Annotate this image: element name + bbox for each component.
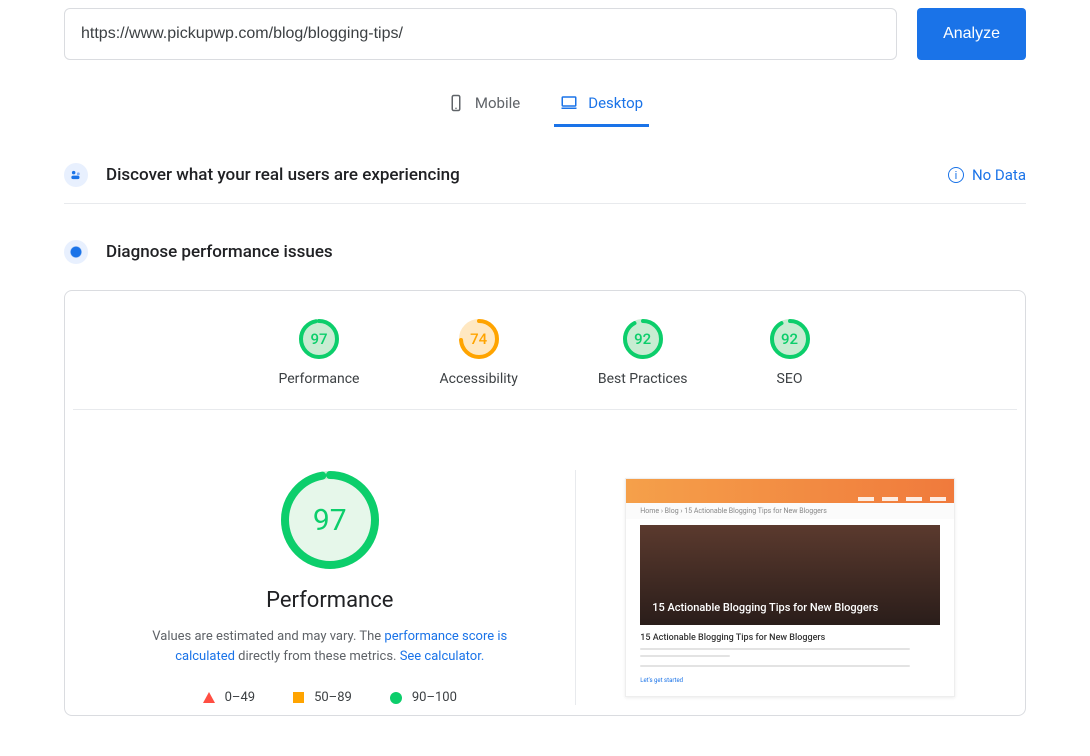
gauge-score: 92 — [768, 317, 812, 361]
performance-description: Values are estimated and may vary. The p… — [130, 627, 530, 666]
info-icon: i — [948, 167, 964, 183]
gauge-score: 74 — [457, 317, 501, 361]
gauge-label: Best Practices — [598, 371, 688, 387]
gauge-label: SEO — [777, 371, 803, 387]
section-title: Diagnose performance issues — [106, 242, 333, 262]
tab-label: Mobile — [475, 94, 520, 112]
gauge-ring: 74 — [457, 317, 501, 361]
triangle-icon — [203, 692, 215, 703]
gauge-ring: 92 — [621, 317, 665, 361]
performance-big-gauge: 97 — [280, 470, 380, 570]
gauge-seo[interactable]: 92 SEO — [768, 317, 812, 387]
screenshot-breadcrumb: Home › Blog › 15 Actionable Blogging Tip… — [626, 503, 954, 519]
tab-desktop[interactable]: Desktop — [554, 84, 649, 127]
gauge-label: Performance — [279, 371, 360, 387]
gauge-score: 97 — [297, 317, 341, 361]
diagnose-card: 97 Performance 74 Accessibility 92 Best … — [64, 290, 1026, 716]
gauge-label: Accessibility — [440, 371, 518, 387]
desktop-icon — [560, 94, 578, 112]
url-input[interactable] — [64, 8, 897, 60]
square-icon — [293, 692, 304, 703]
screenshot-cta: Let's get started — [640, 677, 683, 684]
analyze-button[interactable]: Analyze — [917, 8, 1026, 60]
screenshot-hero-title: 15 Actionable Blogging Tips for New Blog… — [652, 601, 878, 615]
gauge-best-practices[interactable]: 92 Best Practices — [598, 317, 688, 387]
circle-icon — [390, 692, 402, 704]
gauge-score: 92 — [621, 317, 665, 361]
see-calculator-link[interactable]: See calculator. — [400, 649, 485, 664]
performance-score: 97 — [280, 470, 380, 570]
gauge-ring: 92 — [768, 317, 812, 361]
no-data-link[interactable]: i No Data — [948, 166, 1026, 184]
score-legend: 0–49 50–89 90–100 — [203, 690, 457, 705]
section-diagnose: Diagnose performance issues — [64, 240, 1026, 272]
gauge-accessibility[interactable]: 74 Accessibility — [440, 317, 518, 387]
gauge-ring: 97 — [297, 317, 341, 361]
mobile-icon — [447, 94, 465, 112]
users-icon — [64, 163, 88, 187]
page-screenshot: Home › Blog › 15 Actionable Blogging Tip… — [625, 478, 955, 697]
section-title: Discover what your real users are experi… — [106, 165, 460, 185]
target-icon — [64, 240, 88, 264]
performance-title: Performance — [266, 588, 393, 613]
screenshot-heading: 15 Actionable Blogging Tips for New Blog… — [640, 633, 940, 643]
section-discover: Discover what your real users are experi… — [64, 163, 1026, 204]
tab-label: Desktop — [588, 94, 643, 112]
gauge-performance[interactable]: 97 Performance — [279, 317, 360, 387]
tab-mobile[interactable]: Mobile — [441, 84, 526, 127]
